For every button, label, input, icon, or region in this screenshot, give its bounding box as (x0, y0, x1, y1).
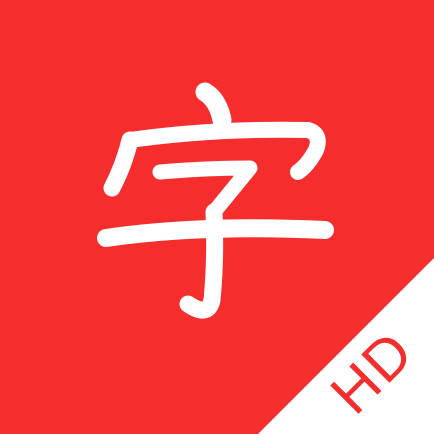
app-icon-art: 字 HD (0, 0, 434, 434)
app-icon[interactable]: 字 HD (0, 0, 434, 434)
glyph-stroke-child-horizontal (97, 219, 334, 247)
